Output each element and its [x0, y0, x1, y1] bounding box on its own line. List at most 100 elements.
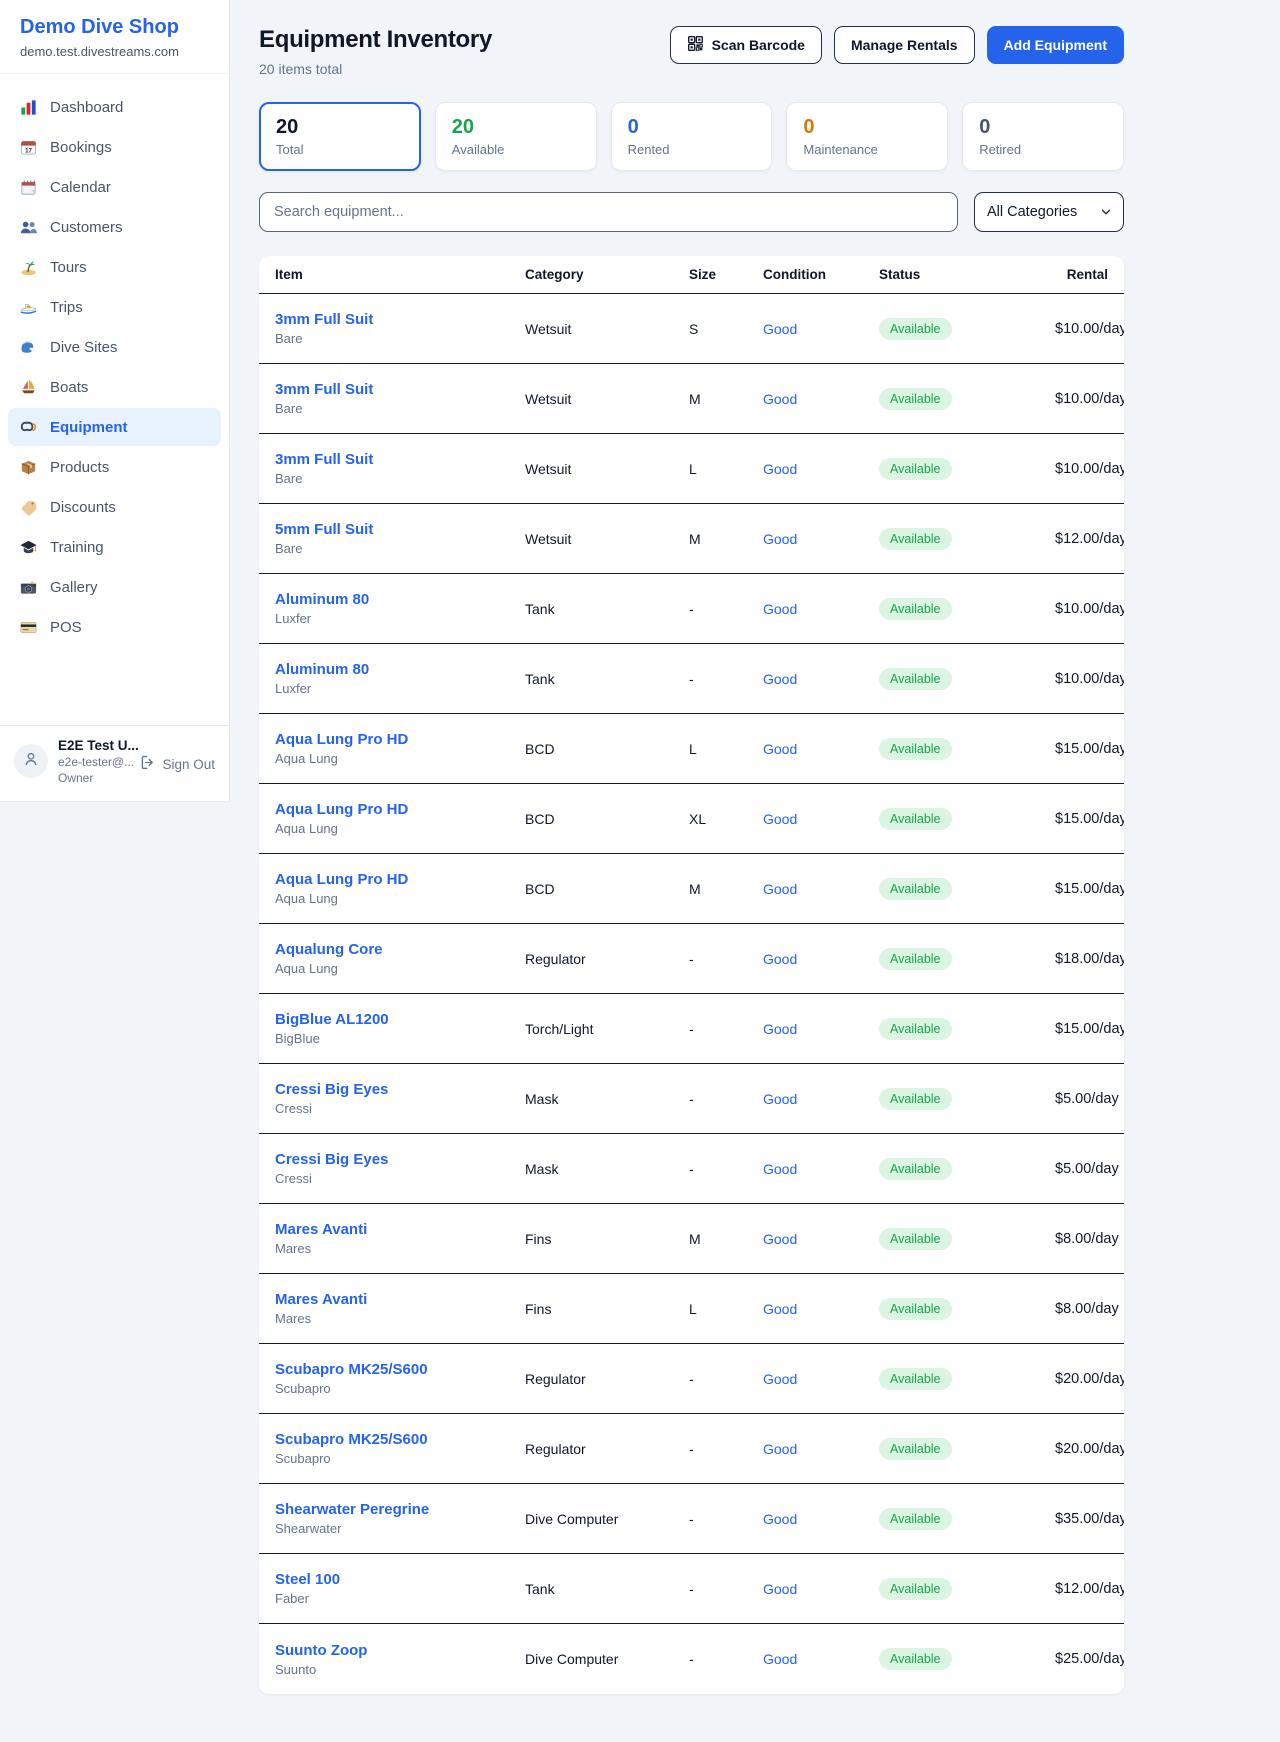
sidebar-item-discounts[interactable]: Discounts: [8, 488, 221, 526]
condition-link[interactable]: Good: [763, 811, 797, 827]
sidebar-item-training[interactable]: Training: [8, 528, 221, 566]
condition-link[interactable]: Good: [763, 1441, 797, 1457]
item-size: M: [689, 531, 763, 547]
stat-label: Total: [276, 142, 404, 157]
status-cell: Available: [879, 318, 1055, 340]
sidebar-item-dashboard[interactable]: Dashboard: [8, 88, 221, 126]
item-name-link[interactable]: Steel 100: [275, 1571, 340, 1588]
sidebar-item-equipment[interactable]: Equipment: [8, 408, 221, 446]
sidebar-item-calendar[interactable]: Calendar: [8, 168, 221, 206]
condition-link[interactable]: Good: [763, 671, 797, 687]
stat-card-total[interactable]: 20 Total: [259, 102, 421, 171]
item-brand: Aqua Lung: [275, 961, 525, 976]
condition-link[interactable]: Good: [763, 601, 797, 617]
item-name-link[interactable]: Aqualung Core: [275, 941, 383, 958]
item-name-link[interactable]: Suunto Zoop: [275, 1642, 367, 1659]
rental-rate: $20.00/day: [1055, 1371, 1124, 1387]
stat-card-retired[interactable]: 0 Retired: [962, 102, 1124, 171]
item-name-link[interactable]: 5mm Full Suit: [275, 521, 373, 538]
item-name-link[interactable]: Scubapro MK25/S600: [275, 1361, 428, 1378]
stat-card-maintenance[interactable]: 0 Maintenance: [786, 102, 948, 171]
item-name-link[interactable]: Aluminum 80: [275, 591, 369, 608]
condition-link[interactable]: Good: [763, 531, 797, 547]
wave-icon: [18, 337, 38, 357]
item-name-link[interactable]: Mares Avanti: [275, 1221, 367, 1238]
condition-link[interactable]: Good: [763, 741, 797, 757]
item-name-link[interactable]: 3mm Full Suit: [275, 311, 373, 328]
stat-value: 20: [452, 116, 580, 139]
dive-mask-icon: [18, 417, 38, 437]
search-input[interactable]: [259, 192, 958, 232]
condition-link[interactable]: Good: [763, 1371, 797, 1387]
item-brand: Aqua Lung: [275, 821, 525, 836]
status-badge: Available: [879, 1648, 952, 1670]
item-cell: Cressi Big Eyes Cressi: [275, 1151, 525, 1186]
item-name-link[interactable]: 3mm Full Suit: [275, 451, 373, 468]
stat-card-rented[interactable]: 0 Rented: [611, 102, 773, 171]
sign-out-button[interactable]: Sign Out: [139, 754, 215, 774]
condition-link[interactable]: Good: [763, 1301, 797, 1317]
sidebar-item-boats[interactable]: Boats: [8, 368, 221, 406]
qr-scan-icon: [687, 35, 704, 55]
scan-barcode-button[interactable]: Scan Barcode: [670, 26, 822, 64]
condition-link[interactable]: Good: [763, 391, 797, 407]
item-brand: Shearwater: [275, 1521, 525, 1536]
stat-card-available[interactable]: 20 Available: [435, 102, 597, 171]
sidebar-item-pos[interactable]: POS: [8, 608, 221, 646]
sidebar-item-products[interactable]: Products: [8, 448, 221, 486]
sidebar-item-gallery[interactable]: Gallery: [8, 568, 221, 606]
status-cell: Available: [879, 1018, 1055, 1040]
item-name-link[interactable]: Aluminum 80: [275, 661, 369, 678]
item-name-link[interactable]: Aqua Lung Pro HD: [275, 871, 408, 888]
condition-link[interactable]: Good: [763, 1231, 797, 1247]
item-name-link[interactable]: Aqua Lung Pro HD: [275, 801, 408, 818]
table-row: Steel 100 Faber Tank - Good Available $1…: [259, 1554, 1124, 1624]
item-name-link[interactable]: BigBlue AL1200: [275, 1011, 389, 1028]
item-size: M: [689, 881, 763, 897]
condition-link[interactable]: Good: [763, 1161, 797, 1177]
brand-block: Demo Dive Shop demo.test.divestreams.com: [0, 0, 229, 74]
condition-link[interactable]: Good: [763, 321, 797, 337]
item-name-link[interactable]: Shearwater Peregrine: [275, 1501, 429, 1518]
shop-domain: demo.test.divestreams.com: [20, 44, 209, 59]
item-cell: Aluminum 80 Luxfer: [275, 591, 525, 626]
sidebar-item-dive-sites[interactable]: Dive Sites: [8, 328, 221, 366]
condition-link[interactable]: Good: [763, 1021, 797, 1037]
status-cell: Available: [879, 1228, 1055, 1250]
sidebar-item-trips[interactable]: Trips: [8, 288, 221, 326]
rental-rate: $15.00/day: [1055, 1021, 1124, 1037]
item-name-link[interactable]: Mares Avanti: [275, 1291, 367, 1308]
status-cell: Available: [879, 1508, 1055, 1530]
condition-link[interactable]: Good: [763, 1581, 797, 1597]
condition-link[interactable]: Good: [763, 1511, 797, 1527]
condition-link[interactable]: Good: [763, 461, 797, 477]
item-name-link[interactable]: Scubapro MK25/S600: [275, 1431, 428, 1448]
condition-link[interactable]: Good: [763, 1651, 797, 1667]
add-equipment-button[interactable]: Add Equipment: [987, 26, 1124, 64]
item-brand: Cressi: [275, 1171, 525, 1186]
condition-link[interactable]: Good: [763, 881, 797, 897]
status-cell: Available: [879, 1298, 1055, 1320]
item-size: L: [689, 461, 763, 477]
item-name-link[interactable]: Cressi Big Eyes: [275, 1081, 388, 1098]
item-size: M: [689, 1231, 763, 1247]
sidebar-item-tours[interactable]: Tours: [8, 248, 221, 286]
sidebar-item-bookings[interactable]: 17 Bookings: [8, 128, 221, 166]
rental-rate: $15.00/day: [1055, 881, 1124, 897]
item-category: Regulator: [525, 951, 689, 967]
category-select[interactable]: All Categories: [975, 193, 1123, 231]
sidebar-item-customers[interactable]: Customers: [8, 208, 221, 246]
item-name-link[interactable]: 3mm Full Suit: [275, 381, 373, 398]
item-brand: Luxfer: [275, 611, 525, 626]
manage-rentals-button[interactable]: Manage Rentals: [834, 26, 975, 64]
camera-icon: [18, 577, 38, 597]
item-name-link[interactable]: Cressi Big Eyes: [275, 1151, 388, 1168]
condition-link[interactable]: Good: [763, 1091, 797, 1107]
item-size: -: [689, 1651, 763, 1667]
table-row: Scubapro MK25/S600 Scubapro Regulator - …: [259, 1414, 1124, 1484]
status-cell: Available: [879, 808, 1055, 830]
condition-link[interactable]: Good: [763, 951, 797, 967]
item-name-link[interactable]: Aqua Lung Pro HD: [275, 731, 408, 748]
app-root: Demo Dive Shop demo.test.divestreams.com…: [0, 0, 1280, 1694]
status-badge: Available: [879, 1508, 952, 1530]
